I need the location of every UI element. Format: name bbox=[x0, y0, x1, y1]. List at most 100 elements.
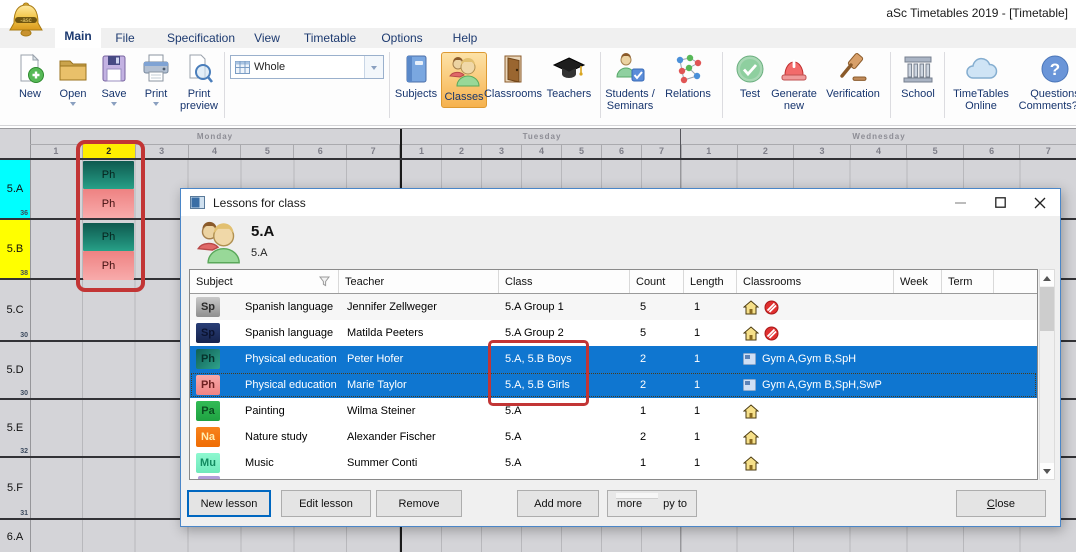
subjects-label: Subjects bbox=[395, 88, 437, 100]
class-row-label-5b[interactable]: 5.B 38 bbox=[0, 220, 31, 278]
close-window-button[interactable] bbox=[1020, 189, 1060, 216]
period-header-cell[interactable]: 7 bbox=[1020, 144, 1076, 158]
classes-people-icon bbox=[447, 55, 481, 89]
maximize-button[interactable] bbox=[980, 189, 1020, 216]
minimize-button[interactable] bbox=[940, 189, 980, 216]
period-header-cell[interactable]: 5 bbox=[907, 144, 964, 158]
filter-funnel-icon[interactable] bbox=[319, 276, 330, 287]
new-lesson-button[interactable]: New lesson bbox=[187, 490, 271, 517]
students-seminars-label: Students / Seminars bbox=[604, 88, 656, 112]
dialog-title-bar[interactable]: Lessons for class bbox=[181, 189, 1060, 216]
menu-item-file[interactable]: File bbox=[105, 28, 145, 48]
ribbon-separator bbox=[600, 52, 601, 118]
lesson-row-spanish-group2[interactable]: SpSpanish language Matilda Peeters 5.A G… bbox=[190, 320, 1037, 346]
print-dropdown-icon[interactable] bbox=[153, 102, 159, 109]
period-header-cell[interactable]: 2 bbox=[442, 144, 482, 158]
period-header-cell[interactable]: 1 bbox=[402, 144, 442, 158]
period-header-cell[interactable]: 3 bbox=[794, 144, 851, 158]
open-button[interactable]: Open bbox=[52, 52, 94, 109]
lesson-row-physical-education-boys[interactable]: PhPhysical education Peter Hofer 5.A, 5.… bbox=[190, 346, 1037, 372]
view-selector-combobox[interactable]: Whole bbox=[230, 55, 384, 79]
class-row-label-5c[interactable]: 5.C 30 bbox=[0, 280, 31, 340]
menu-item-specification[interactable]: Specification bbox=[152, 28, 250, 48]
period-header-cell[interactable]: 5 bbox=[241, 144, 294, 158]
column-header-count[interactable]: Count bbox=[630, 270, 684, 293]
column-header-length[interactable]: Length bbox=[684, 270, 737, 293]
timetables-online-button[interactable]: TimeTables Online bbox=[950, 52, 1012, 112]
test-button[interactable]: Test bbox=[730, 52, 770, 100]
new-button[interactable]: New bbox=[8, 52, 52, 100]
combo-dropdown-button[interactable] bbox=[364, 56, 383, 78]
period-header-tuesday: 1 2 3 4 5 6 7 bbox=[400, 144, 682, 158]
asc-bell-logo-icon[interactable]: -asc bbox=[6, 2, 46, 40]
lesson-row-nature-study[interactable]: NaNature study Alexander Fischer 5.A 2 1 bbox=[190, 424, 1037, 450]
lesson-row-painting[interactable]: PaPainting Wilma Steiner 5.A 1 1 bbox=[190, 398, 1037, 424]
ribbon-separator bbox=[722, 52, 723, 118]
new-label: New bbox=[19, 88, 41, 100]
period-header-cell[interactable]: 7 bbox=[347, 144, 400, 158]
period-header-cell[interactable]: 1 bbox=[30, 144, 83, 158]
save-dropdown-icon[interactable] bbox=[111, 102, 117, 109]
column-header-week[interactable]: Week bbox=[894, 270, 942, 293]
class-row-label-6a[interactable]: 6.A bbox=[0, 520, 31, 552]
class-row-label-5e[interactable]: 5.E 32 bbox=[0, 400, 31, 456]
questions-comments-button[interactable]: ? Questions Comments? W bbox=[1016, 52, 1076, 112]
menu-item-options[interactable]: Options bbox=[372, 28, 432, 48]
class-row-label-5d[interactable]: 5.D 30 bbox=[0, 342, 31, 398]
menu-item-help[interactable]: Help bbox=[443, 28, 487, 48]
period-header-cell[interactable]: 6 bbox=[964, 144, 1021, 158]
chevron-down-icon bbox=[371, 66, 377, 73]
period-header-cell[interactable]: 6 bbox=[294, 144, 347, 158]
open-dropdown-icon[interactable] bbox=[70, 102, 76, 109]
teachers-button[interactable]: Teachers bbox=[543, 52, 595, 100]
printer-icon bbox=[139, 52, 173, 86]
svg-text:-asc: -asc bbox=[20, 18, 31, 24]
table-scrollbar[interactable] bbox=[1039, 269, 1055, 480]
close-button[interactable]: Close bbox=[956, 490, 1046, 517]
generate-new-button[interactable]: Generate new bbox=[770, 52, 818, 112]
lesson-row-music[interactable]: MuMusic Summer Conti 5.A 1 1 bbox=[190, 450, 1037, 476]
students-seminars-button[interactable]: Students / Seminars bbox=[604, 52, 656, 112]
view-combo-value: Whole bbox=[254, 61, 285, 73]
period-header-cell[interactable]: 2 bbox=[738, 144, 795, 158]
column-header-teacher[interactable]: Teacher bbox=[339, 270, 499, 293]
menu-item-view[interactable]: View bbox=[245, 28, 289, 48]
edit-lesson-button[interactable]: Edit lesson bbox=[281, 490, 371, 517]
lesson-row-spanish-group1[interactable]: SpSpanish language Jennifer Zellweger 5.… bbox=[190, 294, 1037, 320]
scroll-down-button[interactable] bbox=[1040, 463, 1054, 479]
print-button[interactable]: Print bbox=[136, 52, 176, 109]
period-header-cell[interactable]: 1 bbox=[681, 144, 738, 158]
render-artifact-button[interactable]: more py to bbox=[607, 490, 697, 517]
add-more-button[interactable]: Add more bbox=[517, 490, 599, 517]
remove-button[interactable]: Remove bbox=[376, 490, 462, 517]
period-header-cell[interactable]: 5 bbox=[562, 144, 602, 158]
lessons-table: Subject Teacher Class Count Length Class… bbox=[189, 269, 1038, 480]
column-header-class[interactable]: Class bbox=[499, 270, 630, 293]
classes-button-active[interactable]: Classes bbox=[441, 52, 487, 108]
class-row-label-5a[interactable]: 5.A 36 bbox=[0, 160, 31, 218]
period-header-cell[interactable]: 4 bbox=[522, 144, 562, 158]
save-button[interactable]: Save bbox=[94, 52, 134, 109]
period-header-cell[interactable]: 4 bbox=[851, 144, 908, 158]
period-header-cell[interactable]: 4 bbox=[189, 144, 242, 158]
lesson-row-physical-education-girls[interactable]: PhPhysical education Marie Taylor 5.A, 5… bbox=[190, 372, 1037, 398]
period-header-cell[interactable]: 6 bbox=[602, 144, 642, 158]
column-header-term[interactable]: Term bbox=[942, 270, 994, 293]
school-button[interactable]: School bbox=[894, 52, 942, 100]
column-header-classrooms[interactable]: Classrooms bbox=[737, 270, 894, 293]
scrollbar-thumb[interactable] bbox=[1040, 287, 1054, 331]
menu-item-main[interactable]: Main bbox=[55, 23, 101, 48]
period-header-cell[interactable]: 3 bbox=[482, 144, 522, 158]
scroll-up-button[interactable] bbox=[1040, 270, 1054, 286]
relations-button[interactable]: Relations bbox=[658, 52, 718, 100]
class-row-label-5f[interactable]: 5.F 31 bbox=[0, 458, 31, 518]
open-label: Open bbox=[60, 88, 87, 100]
gavel-icon bbox=[836, 52, 870, 86]
column-header-subject[interactable]: Subject bbox=[190, 270, 339, 293]
subjects-button[interactable]: Subjects bbox=[392, 52, 440, 100]
classrooms-button[interactable]: Classrooms bbox=[484, 52, 542, 100]
verification-button[interactable]: Verification bbox=[820, 52, 886, 100]
menu-item-timetable[interactable]: Timetable bbox=[297, 28, 363, 48]
period-header-cell[interactable]: 7 bbox=[642, 144, 682, 158]
print-preview-button[interactable]: Print preview bbox=[172, 52, 226, 112]
